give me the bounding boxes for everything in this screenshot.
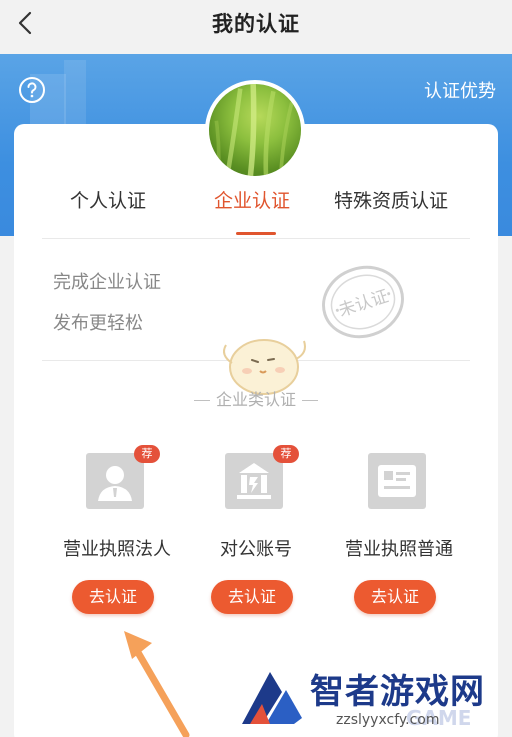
stamp-text: 未认证 xyxy=(336,287,391,322)
promo-line-2: 发布更轻松 xyxy=(53,313,143,334)
pointer-arrow-icon xyxy=(124,631,190,737)
watermark-logo-icon xyxy=(242,672,302,724)
license-card-icon xyxy=(368,453,426,509)
person-id-icon xyxy=(86,453,144,509)
grass-image xyxy=(214,84,294,176)
option-label: 营业执照法人 xyxy=(63,539,171,560)
section-title: 企业类认证 xyxy=(0,386,512,410)
divider xyxy=(42,238,470,239)
section-title-text: 企业类认证 xyxy=(215,390,296,409)
go-certify-button[interactable]: 去认证 xyxy=(211,580,293,614)
page-title: 我的认证 xyxy=(212,12,300,36)
avatar[interactable] xyxy=(205,80,305,180)
active-tab-indicator xyxy=(236,232,276,235)
go-certify-button[interactable]: 去认证 xyxy=(72,580,154,614)
bank-icon xyxy=(225,453,283,509)
tab-personal[interactable]: 个人认证 xyxy=(70,186,146,213)
recommend-badge: 荐 xyxy=(134,445,160,463)
site-watermark: 智者游戏网 GAME zzslyyxcfy.com xyxy=(236,660,512,737)
go-certify-button[interactable]: 去认证 xyxy=(354,580,436,614)
option-business-license-legal[interactable]: 荐 营业执照法人 去认证 xyxy=(42,445,192,625)
option-business-license-normal[interactable]: 营业执照普通 去认证 xyxy=(324,445,474,625)
tab-bar: 个人认证 企业认证 特殊资质认证 xyxy=(40,186,470,238)
tab-enterprise[interactable]: 企业认证 xyxy=(214,186,290,213)
watermark-url: zzslyyxcfy.com xyxy=(336,712,440,728)
advantage-link[interactable]: 认证优势 xyxy=(424,77,496,103)
help-icon[interactable] xyxy=(18,76,46,104)
option-label: 对公账号 xyxy=(220,539,292,560)
option-label: 营业执照普通 xyxy=(345,539,453,560)
option-corporate-account[interactable]: 荐 对公账号 去认证 xyxy=(181,445,331,625)
top-bar: 我的认证 xyxy=(0,0,512,46)
not-certified-stamp: 未认证 xyxy=(322,265,404,339)
promo-line-1: 完成企业认证 xyxy=(53,272,161,293)
tab-special[interactable]: 特殊资质认证 xyxy=(334,186,448,213)
recommend-badge: 荐 xyxy=(273,445,299,463)
